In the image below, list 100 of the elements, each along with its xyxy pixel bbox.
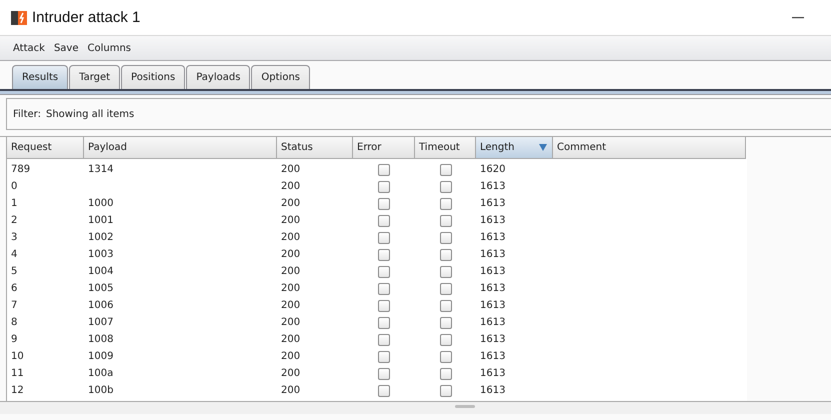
filter-bar[interactable]: Filter: Showing all items bbox=[6, 98, 831, 130]
checkbox[interactable] bbox=[378, 300, 390, 312]
table-cell: 12 bbox=[11, 385, 24, 396]
checkbox[interactable] bbox=[440, 266, 452, 278]
table-cell: 1008 bbox=[88, 334, 114, 345]
table-cell: 200 bbox=[281, 215, 300, 226]
table-cell: 200 bbox=[281, 266, 300, 277]
table-cell: 200 bbox=[281, 300, 300, 311]
checkbox[interactable] bbox=[440, 350, 452, 362]
menu-item[interactable]: Attack bbox=[13, 42, 45, 54]
table-cell: 1002 bbox=[88, 232, 114, 243]
table-cell: 1613 bbox=[480, 300, 506, 311]
table-cell: 100b bbox=[88, 385, 114, 396]
table-cell: 11 bbox=[11, 368, 24, 379]
table-cell: 7 bbox=[11, 300, 18, 311]
column-header[interactable]: Status bbox=[277, 137, 353, 159]
table-cell: 100a bbox=[88, 368, 114, 379]
table-cell: 1613 bbox=[480, 198, 506, 209]
checkbox[interactable] bbox=[378, 180, 390, 192]
checkbox[interactable] bbox=[378, 266, 390, 278]
table-cell: 1003 bbox=[88, 249, 114, 260]
checkbox[interactable] bbox=[440, 232, 452, 244]
checkbox[interactable] bbox=[440, 334, 452, 346]
table-cell: 5 bbox=[11, 266, 18, 277]
column-header[interactable]: Error bbox=[353, 137, 415, 159]
column-header[interactable]: Comment bbox=[553, 137, 746, 159]
table-cell: 200 bbox=[281, 164, 300, 175]
column-header[interactable]: Timeout bbox=[415, 137, 476, 159]
table-cell: 4 bbox=[11, 249, 18, 260]
tab[interactable]: Options bbox=[251, 65, 310, 89]
column-header[interactable]: Request bbox=[7, 137, 84, 159]
table-cell: 1005 bbox=[88, 283, 114, 294]
checkbox[interactable] bbox=[440, 282, 452, 294]
table-cell: 200 bbox=[281, 385, 300, 396]
checkbox[interactable] bbox=[378, 248, 390, 260]
checkbox[interactable] bbox=[378, 368, 390, 380]
table-cell: 200 bbox=[281, 351, 300, 362]
checkbox[interactable] bbox=[378, 282, 390, 294]
scrollbar-thumb[interactable] bbox=[455, 405, 475, 408]
checkbox[interactable] bbox=[378, 384, 390, 396]
checkbox[interactable] bbox=[440, 368, 452, 380]
checkbox[interactable] bbox=[378, 232, 390, 244]
tab[interactable]: Target bbox=[69, 65, 120, 89]
table-cell: 10 bbox=[11, 351, 24, 362]
table-cell: 1613 bbox=[480, 368, 506, 379]
table-cell: 1613 bbox=[480, 385, 506, 396]
tab[interactable]: Positions bbox=[121, 65, 186, 89]
table-cell: 1 bbox=[11, 198, 18, 209]
menu-item[interactable]: Save bbox=[54, 42, 78, 54]
column-header[interactable]: Payload bbox=[84, 137, 277, 159]
table-cell: 200 bbox=[281, 334, 300, 345]
table-cell: 200 bbox=[281, 283, 300, 294]
sort-descending-icon bbox=[539, 144, 547, 151]
minimize-icon[interactable] bbox=[792, 16, 804, 20]
table-cell: 1007 bbox=[88, 317, 114, 328]
table-cell: 200 bbox=[281, 198, 300, 209]
checkbox[interactable] bbox=[440, 248, 452, 260]
table-cell: 6 bbox=[11, 283, 18, 294]
checkbox[interactable] bbox=[440, 214, 452, 226]
table-cell: 200 bbox=[281, 232, 300, 243]
table-cell: 1613 bbox=[480, 215, 506, 226]
checkbox[interactable] bbox=[378, 214, 390, 226]
tab[interactable]: Results bbox=[12, 65, 68, 89]
table-cell: 1006 bbox=[88, 300, 114, 311]
checkbox[interactable] bbox=[378, 316, 390, 328]
checkbox[interactable] bbox=[378, 164, 390, 176]
table-cell: 200 bbox=[281, 317, 300, 328]
checkbox[interactable] bbox=[440, 180, 452, 192]
checkbox[interactable] bbox=[440, 198, 452, 210]
table-cell: 200 bbox=[281, 181, 300, 192]
table-cell: 1004 bbox=[88, 266, 114, 277]
window-title: Intruder attack 1 bbox=[32, 9, 142, 26]
checkbox[interactable] bbox=[378, 198, 390, 210]
table-cell: 1314 bbox=[88, 164, 114, 175]
table-cell: 1613 bbox=[480, 181, 506, 192]
app-logo-icon bbox=[10, 8, 28, 26]
table-cell: 1000 bbox=[88, 198, 114, 209]
table-cell: 1613 bbox=[480, 334, 506, 345]
menu-item[interactable]: Columns bbox=[87, 42, 131, 54]
table-cell: 1009 bbox=[88, 351, 114, 362]
table-cell: 8 bbox=[11, 317, 18, 328]
checkbox[interactable] bbox=[440, 164, 452, 176]
table-cell: 1613 bbox=[480, 249, 506, 260]
table-cell: 200 bbox=[281, 368, 300, 379]
tab[interactable]: Payloads bbox=[186, 65, 250, 89]
checkbox[interactable] bbox=[378, 334, 390, 346]
column-header[interactable]: Length bbox=[476, 137, 553, 159]
table-cell: 789 bbox=[11, 164, 30, 175]
checkbox[interactable] bbox=[378, 350, 390, 362]
table-cell: 0 bbox=[11, 181, 18, 192]
table-cell: 2 bbox=[11, 215, 18, 226]
checkbox[interactable] bbox=[440, 384, 452, 396]
table-cell: 1613 bbox=[480, 232, 506, 243]
table-cell: 1613 bbox=[480, 351, 506, 362]
checkbox[interactable] bbox=[440, 316, 452, 328]
table-cell: 1613 bbox=[480, 317, 506, 328]
table-cell: 1620 bbox=[480, 164, 506, 175]
checkbox[interactable] bbox=[440, 300, 452, 312]
filter-text: Showing all items bbox=[46, 108, 134, 120]
table-cell: 1613 bbox=[480, 266, 506, 277]
